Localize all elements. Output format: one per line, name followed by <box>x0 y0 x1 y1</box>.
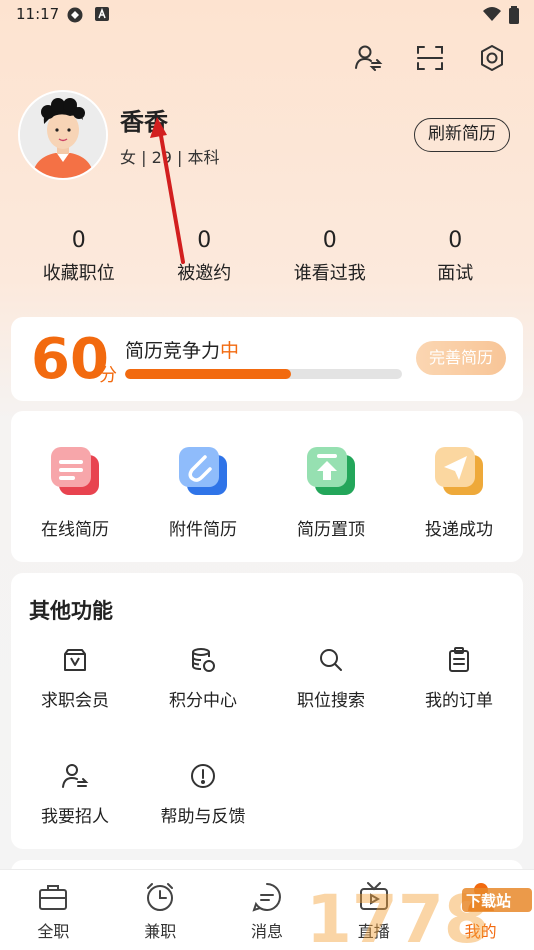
settings-gear-icon[interactable] <box>474 42 510 74</box>
tab-mine[interactable]: 我的 <box>427 870 534 950</box>
tab-messages[interactable]: 消息 <box>214 870 321 950</box>
briefcase-icon <box>36 880 70 914</box>
points-center-button[interactable]: 积分中心 <box>139 646 267 711</box>
tab-label: 全职 <box>37 922 70 941</box>
recruit-button[interactable]: 我要招人 <box>11 762 139 827</box>
stat-number: 0 <box>197 228 212 253</box>
order-icon <box>445 646 473 674</box>
stat-number: 0 <box>71 228 86 253</box>
job-search-button[interactable]: 职位搜索 <box>267 646 395 711</box>
switch-role-icon[interactable] <box>350 42 386 74</box>
stat-label: 谁看过我 <box>293 263 366 284</box>
function-label: 求职会员 <box>41 691 109 711</box>
stat-label: 收藏职位 <box>42 263 115 284</box>
tab-label: 我的 <box>464 922 497 941</box>
score-level: 中 <box>220 340 240 362</box>
attachment-resume-button[interactable]: 附件简历 <box>139 411 267 562</box>
resume-score-card: 60 分 简历竞争力中 完善简历 <box>11 317 523 401</box>
action-label: 在线简历 <box>41 520 109 540</box>
tab-fulltime[interactable]: 全职 <box>0 870 107 950</box>
function-label: 积分中心 <box>169 691 237 711</box>
status-time: 11:17 <box>16 5 60 23</box>
user-name: 香香 <box>120 108 168 136</box>
recruit-icon <box>61 762 89 790</box>
stat-label: 面试 <box>437 263 474 284</box>
improve-resume-button[interactable]: 完善简历 <box>416 341 506 375</box>
app-notify-icon <box>94 6 110 26</box>
pin-top-icon <box>303 443 359 499</box>
user-info: 女 | 29 | 本科 <box>120 148 220 167</box>
stat-viewers[interactable]: 0 谁看过我 <box>267 226 393 285</box>
online-resume-button[interactable]: 在线简历 <box>11 411 139 562</box>
stat-label: 被邀约 <box>177 263 232 284</box>
profile-header: 香香 女 | 29 | 本科 刷新简历 <box>18 88 518 188</box>
score-progress-fill <box>125 369 292 379</box>
score-value: 60 <box>31 327 109 392</box>
refresh-resume-button[interactable]: 刷新简历 <box>414 118 510 152</box>
avatar[interactable] <box>18 90 108 180</box>
stat-invited[interactable]: 0 被邀约 <box>142 226 268 285</box>
function-label: 我的订单 <box>425 691 493 711</box>
tab-label: 兼职 <box>144 922 177 941</box>
score-title: 简历竞争力中 <box>125 336 239 363</box>
stat-number: 0 <box>448 228 463 253</box>
function-label: 职位搜索 <box>297 691 365 711</box>
status-bar: 11:17 <box>0 0 534 30</box>
clock-icon <box>143 880 177 914</box>
help-feedback-button[interactable]: 帮助与反馈 <box>139 762 267 827</box>
stat-number: 0 <box>322 228 337 253</box>
message-icon <box>250 880 284 914</box>
action-label: 投递成功 <box>425 520 493 540</box>
user-icon <box>464 880 498 914</box>
function-label: 帮助与反馈 <box>160 807 246 827</box>
action-label: 附件简历 <box>169 520 237 540</box>
tab-label: 直播 <box>357 922 390 941</box>
pin-resume-button[interactable]: 简历置顶 <box>267 411 395 562</box>
scan-icon[interactable] <box>412 42 448 74</box>
tab-parttime[interactable]: 兼职 <box>107 870 214 950</box>
help-icon <box>189 762 217 790</box>
score-progress-bar <box>125 369 402 379</box>
stat-interviews[interactable]: 0 面试 <box>393 226 519 285</box>
search-icon <box>317 646 345 674</box>
vip-icon <box>61 646 89 674</box>
section-title: 其他功能 <box>29 599 113 623</box>
coins-icon <box>189 646 217 674</box>
wifi-icon <box>482 6 502 26</box>
battery-icon <box>508 6 520 28</box>
score-title-text: 简历竞争力 <box>125 340 221 362</box>
tv-icon <box>357 880 391 914</box>
stat-favorites[interactable]: 0 收藏职位 <box>16 226 142 285</box>
stats-row: 0 收藏职位 0 被邀约 0 谁看过我 0 面试 <box>16 226 518 285</box>
bottom-tab-bar: 全职 兼职 消息 直播 我的 <box>0 869 534 950</box>
send-icon <box>431 443 487 499</box>
delivered-button[interactable]: 投递成功 <box>395 411 523 562</box>
resume-doc-icon <box>47 443 103 499</box>
score-unit: 分 <box>99 365 117 386</box>
sync-icon <box>66 6 84 28</box>
top-toolbar <box>350 42 510 74</box>
tab-label: 消息 <box>250 922 283 941</box>
resume-actions-card: 在线简历 附件简历 简历置顶 投递成功 <box>11 411 523 562</box>
vip-member-button[interactable]: 求职会员 <box>11 646 139 711</box>
tab-live[interactable]: 直播 <box>320 870 427 950</box>
my-orders-button[interactable]: 我的订单 <box>395 646 523 711</box>
function-label: 我要招人 <box>41 807 109 827</box>
action-label: 简历置顶 <box>297 520 365 540</box>
attachment-icon <box>175 443 231 499</box>
